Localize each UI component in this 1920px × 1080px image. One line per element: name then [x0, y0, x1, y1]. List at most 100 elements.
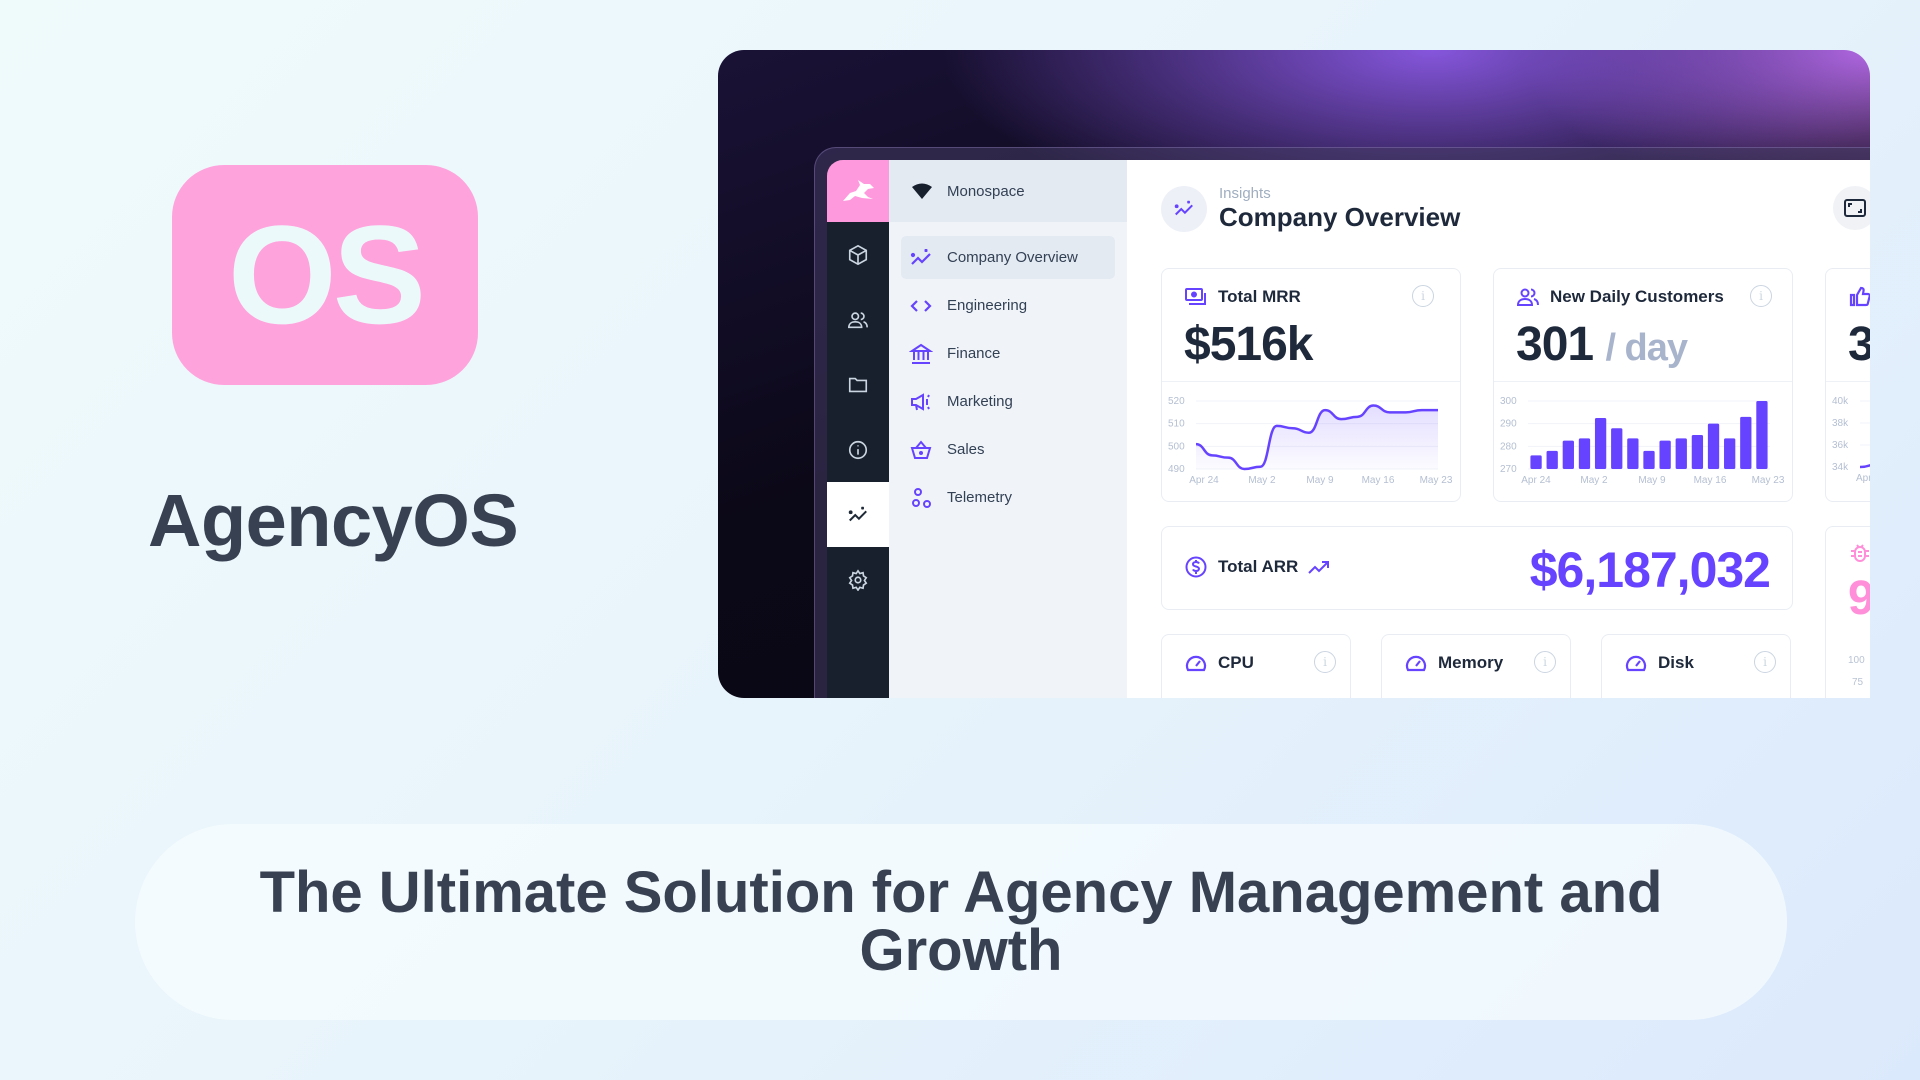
- x-tick-label: Apr 24: [1521, 475, 1551, 486]
- page-title: Company Overview: [1219, 202, 1461, 232]
- thumbs-up-icon: [1849, 286, 1870, 307]
- likes-value: 3: [1848, 318, 1870, 371]
- workspace-switcher[interactable]: Monospace: [889, 160, 1127, 222]
- customers-bar: [1546, 450, 1558, 469]
- axis-tick: 100: [1848, 655, 1865, 666]
- likes-line: [1859, 463, 1870, 469]
- cpu-gauge: [1162, 683, 1350, 698]
- tagline-banner: The Ultimate Solution for Agency Managem…: [135, 824, 1787, 1020]
- brand-logo-text: OS: [227, 196, 426, 353]
- customers-card: New Daily Customers i 301 / day 270 280 29…: [1493, 268, 1793, 502]
- y-tick-label: 510: [1168, 419, 1185, 430]
- mrr-title: Total MRR: [1218, 287, 1301, 306]
- customers-title: New Daily Customers: [1550, 287, 1724, 306]
- customers-unit: / day: [1605, 327, 1688, 369]
- customers-bar: [1643, 450, 1655, 469]
- customers-chart: 270 280 290 300 Apr 24 May 2 May 9 May 16 May 23: [1500, 396, 1785, 486]
- y-tick-label: 34k: [1832, 462, 1849, 473]
- trend-up-icon: [1308, 561, 1330, 574]
- gear-icon[interactable]: [827, 547, 889, 612]
- megaphone-icon: [911, 392, 930, 411]
- tagline: The Ultimate Solution for Agency Managem…: [259, 860, 1663, 983]
- dollar-icon: [1185, 556, 1207, 578]
- info-icon[interactable]: i: [1314, 651, 1336, 673]
- nodes-icon: [912, 487, 931, 508]
- y-tick-label: 490: [1168, 464, 1185, 475]
- customers-bar: [1562, 440, 1574, 469]
- users-icon[interactable]: [827, 287, 889, 352]
- axis-tick: 75: [1852, 677, 1864, 688]
- customers-bar: [1659, 440, 1671, 469]
- memory-title: Memory: [1438, 653, 1504, 672]
- customers-bar: [1530, 455, 1542, 469]
- arr-value: $6,187,032: [1529, 542, 1771, 598]
- main-content: Insights Company Overview Total MRR i $5…: [1127, 160, 1870, 698]
- x-tick-label: Apr 24: [1189, 475, 1219, 486]
- y-tick-label: 270: [1500, 464, 1517, 475]
- y-tick-label: 36k: [1832, 440, 1849, 451]
- customers-value: 301 / day: [1516, 318, 1688, 371]
- x-tick-label: May 16: [1694, 475, 1727, 486]
- y-tick-label: 280: [1500, 441, 1517, 452]
- page-subtitle: Insights: [1219, 185, 1271, 202]
- mrr-card: Total MRR i $516k 490 500 510 520 Apr 24 May …: [1161, 268, 1461, 502]
- y-tick-label: 40k: [1832, 396, 1849, 407]
- disk-gauge: [1602, 683, 1790, 698]
- customers-bar: [1740, 416, 1752, 469]
- cpu-title: CPU: [1218, 653, 1254, 672]
- y-tick-label: 290: [1500, 419, 1517, 430]
- info-icon[interactable]: i: [1534, 651, 1556, 673]
- insights-icon: [1161, 186, 1207, 232]
- disk-title: Disk: [1658, 653, 1694, 672]
- x-tick-label: May 2: [1248, 475, 1276, 486]
- x-tick-label: Apr 24: [1856, 473, 1870, 484]
- y-tick-label: 500: [1168, 441, 1185, 452]
- customers-bar: [1675, 438, 1687, 469]
- expand-icon: [1844, 199, 1866, 217]
- y-tick-label: 300: [1500, 396, 1517, 407]
- memory-card: Memory i: [1381, 634, 1571, 698]
- customers-bar: [1594, 418, 1607, 469]
- info-icon[interactable]: [827, 417, 889, 482]
- customers-bar: [1691, 435, 1704, 469]
- customers-bar: [1611, 428, 1623, 469]
- basket-icon: [910, 439, 932, 459]
- nav-item-marketing[interactable]: Marketing: [901, 380, 1115, 423]
- x-tick-label: May 9: [1306, 475, 1334, 486]
- gauge-icon: [1405, 655, 1427, 672]
- brand-logo: OS: [172, 165, 478, 385]
- gauge-icon: [1625, 655, 1647, 672]
- workspace-icon: [912, 183, 932, 199]
- cash-icon: [1185, 288, 1206, 305]
- gauge-icon: [1185, 655, 1207, 672]
- page-header: Insights Company Overview: [1161, 186, 1460, 232]
- insights-icon[interactable]: [827, 482, 889, 547]
- nav-item-engineering[interactable]: Engineering: [901, 284, 1115, 327]
- bugs-card: 9 100 75: [1825, 526, 1870, 698]
- section-nav: Monospace Company Overview Engineering F…: [889, 160, 1127, 698]
- rabbit-logo-icon[interactable]: [827, 160, 889, 222]
- folder-icon[interactable]: [827, 352, 889, 417]
- customers-bar: [1627, 438, 1639, 469]
- nav-item-finance[interactable]: Finance: [901, 332, 1115, 375]
- nav-item-sales[interactable]: Sales: [901, 428, 1115, 471]
- nav-item-telemetry[interactable]: Telemetry: [901, 476, 1115, 519]
- mrr-value: $516k: [1184, 318, 1313, 371]
- bugs-value: 9: [1848, 572, 1870, 625]
- fullscreen-button[interactable]: [1833, 186, 1870, 230]
- icon-rail: [827, 160, 889, 698]
- x-tick-label: May 9: [1638, 475, 1666, 486]
- y-tick-label: 520: [1168, 396, 1185, 407]
- users-icon: [1516, 288, 1539, 306]
- info-icon[interactable]: i: [1754, 651, 1776, 673]
- info-icon[interactable]: i: [1750, 285, 1772, 307]
- product-screenshot: Monospace Company Overview Engineering F…: [718, 50, 1870, 698]
- mrr-chart: 490 500 510 520 Apr 24 May 2 May 9 May 16 May 23: [1168, 396, 1453, 486]
- customers-bar: [1724, 438, 1736, 469]
- memory-gauge: [1382, 683, 1570, 698]
- workspace-name: Monospace: [947, 182, 1025, 200]
- cube-icon[interactable]: [827, 222, 889, 287]
- info-icon[interactable]: i: [1412, 285, 1434, 307]
- likes-chart: 40k 38k 36k 34k Apr 24: [1832, 396, 1870, 484]
- nav-item-company-overview[interactable]: Company Overview: [901, 236, 1115, 279]
